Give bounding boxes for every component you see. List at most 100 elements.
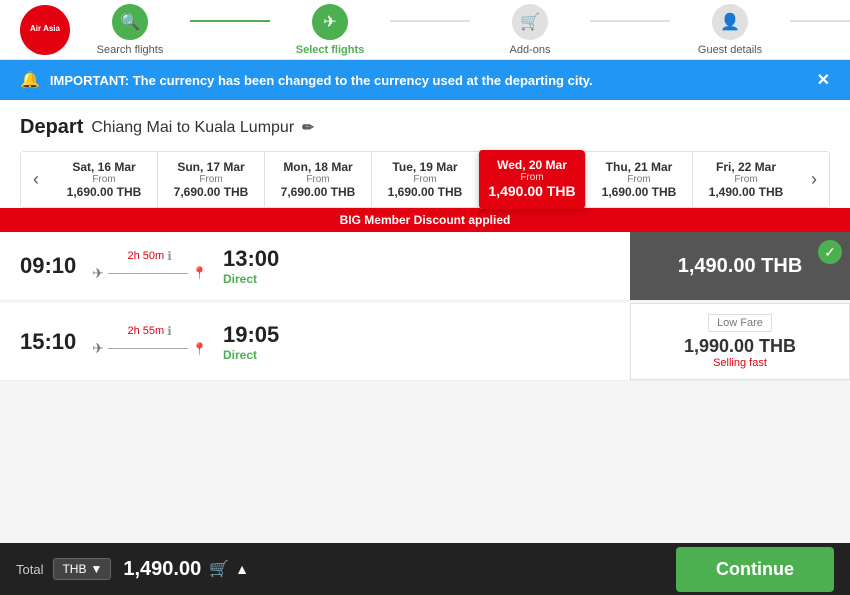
continue-button[interactable]: Continue: [676, 547, 834, 592]
header: Air Asia 🔍 Search flights ✈ Select fligh…: [0, 0, 850, 60]
step-circle-guest: 👤: [712, 4, 748, 40]
date-from-6: From: [697, 174, 795, 185]
info-icon-0[interactable]: ℹ: [167, 249, 172, 263]
flight-depart-time-1: 15:10: [20, 329, 76, 355]
step-circle-addons: 🛒: [512, 4, 548, 40]
low-fare-price-1: 1,990.00 THB: [684, 336, 796, 357]
step-label-addons: Add-ons: [510, 44, 551, 56]
date-day-3: Tue, 19 Mar: [376, 160, 474, 174]
pin-icon-0: 📍: [192, 266, 207, 280]
date-from-4: From: [483, 172, 581, 183]
date-day-5: Thu, 21 Mar: [590, 160, 688, 174]
selling-fast-label-1: Selling fast: [713, 357, 767, 369]
date-item-4[interactable]: Wed, 20 Mar From 1,490.00 THB: [478, 150, 585, 209]
step-guest[interactable]: 👤 Guest details: [670, 4, 790, 56]
duration-time-0: 2h 50m ℹ: [127, 249, 171, 263]
main-content: Depart Chiang Mai to Kuala Lumpur ✏ ‹ Sa…: [0, 100, 850, 208]
progress-steps: 🔍 Search flights ✈ Select flights 🛒 Add-…: [70, 4, 850, 56]
flight-depart-time-0: 09:10: [20, 253, 76, 279]
date-from-0: From: [55, 174, 153, 185]
duration-line-0: ✈ 📍: [92, 265, 207, 282]
date-day-1: Sun, 17 Mar: [162, 160, 260, 174]
big-member-banner: BIG Member Discount applied: [0, 208, 850, 232]
date-item-6[interactable]: Fri, 22 Mar From 1,490.00 THB: [692, 152, 799, 207]
flight-row-1: 15:10 2h 55m ℹ ✈ 📍 19:05 Direct Low Fare: [0, 303, 850, 381]
date-item-5[interactable]: Thu, 21 Mar From 1,690.00 THB: [585, 152, 692, 207]
up-arrow-icon[interactable]: ▲: [235, 561, 249, 577]
currency-label: THB: [62, 562, 86, 576]
date-price-6: 1,490.00 THB: [697, 185, 795, 199]
connector-1: [190, 20, 270, 22]
bell-icon: 🔔: [20, 70, 40, 90]
date-item-2[interactable]: Mon, 18 Mar From 7,690.00 THB: [264, 152, 371, 207]
airasia-logo: Air Asia: [20, 5, 70, 55]
flight-arrive-block-1: 19:05 Direct: [223, 322, 279, 362]
step-circle-search: 🔍: [112, 4, 148, 40]
flight-price-box-0[interactable]: ✓ 1,490.00 THB: [630, 232, 850, 300]
plane-icon-0: ✈: [92, 265, 104, 282]
step-label-search: Search flights: [97, 44, 164, 56]
depart-title: Depart Chiang Mai to Kuala Lumpur ✏: [20, 116, 830, 139]
date-next-button[interactable]: ›: [799, 152, 829, 207]
date-item-0[interactable]: Sat, 16 Mar From 1,690.00 THB: [51, 152, 157, 207]
flight-line-1: [108, 348, 188, 349]
edit-icon[interactable]: ✏: [302, 119, 314, 136]
flight-price-amount-0: 1,490.00 THB: [678, 255, 803, 278]
step-select[interactable]: ✈ Select flights: [270, 4, 390, 56]
date-price-5: 1,690.00 THB: [590, 185, 688, 199]
flight-info-0: 09:10 2h 50m ℹ ✈ 📍 13:00 Direct: [0, 232, 630, 300]
flight-price-box-1[interactable]: Low Fare 1,990.00 THB Selling fast: [630, 303, 850, 380]
flights-container: 09:10 2h 50m ℹ ✈ 📍 13:00 Direct ✓ 1,4: [0, 232, 850, 381]
info-icon-1[interactable]: ℹ: [167, 324, 172, 338]
currency-chevron-icon: ▼: [90, 562, 102, 576]
date-item-3[interactable]: Tue, 19 Mar From 1,690.00 THB: [371, 152, 478, 207]
low-fare-label-1: Low Fare: [708, 314, 772, 332]
depart-label: Depart: [20, 116, 83, 139]
step-search[interactable]: 🔍 Search flights: [70, 4, 190, 56]
currency-banner: 🔔 IMPORTANT: The currency has been chang…: [0, 60, 850, 100]
step-label-select: Select flights: [296, 44, 364, 56]
flight-info-1: 15:10 2h 55m ℹ ✈ 📍 19:05 Direct: [0, 303, 630, 380]
flight-duration-0: 2h 50m ℹ ✈ 📍: [92, 249, 207, 284]
cart-icon: 🛒: [209, 559, 229, 579]
flight-row-0: 09:10 2h 50m ℹ ✈ 📍 13:00 Direct ✓ 1,4: [0, 232, 850, 301]
footer-total-label: Total: [16, 562, 43, 577]
flight-line-0: [108, 273, 188, 274]
plane-icon-1: ✈: [92, 340, 104, 357]
connector-4: [790, 20, 850, 22]
date-price-0: 1,690.00 THB: [55, 185, 153, 199]
date-price-2: 7,690.00 THB: [269, 185, 367, 199]
step-addons[interactable]: 🛒 Add-ons: [470, 4, 590, 56]
flight-stop-1: Direct: [223, 348, 279, 362]
date-from-5: From: [590, 174, 688, 185]
banner-close-button[interactable]: ✕: [817, 70, 830, 90]
step-circle-select: ✈: [312, 4, 348, 40]
date-day-2: Mon, 18 Mar: [269, 160, 367, 174]
date-selector: ‹ Sat, 16 Mar From 1,690.00 THB Sun, 17 …: [20, 151, 830, 208]
footer: Total THB ▼ 1,490.00 🛒 ▲ Continue: [0, 543, 850, 595]
date-day-4: Wed, 20 Mar: [483, 158, 581, 172]
pin-icon-1: 📍: [192, 342, 207, 356]
date-prev-button[interactable]: ‹: [21, 152, 51, 207]
step-label-guest: Guest details: [698, 44, 762, 56]
flight-arrive-time-1: 19:05: [223, 322, 279, 348]
selected-check-icon-0: ✓: [818, 240, 842, 264]
big-member-text: BIG Member Discount applied: [340, 213, 511, 227]
flight-arrive-block-0: 13:00 Direct: [223, 246, 279, 286]
date-from-2: From: [269, 174, 367, 185]
currency-selector[interactable]: THB ▼: [53, 558, 111, 580]
date-day-0: Sat, 16 Mar: [55, 160, 153, 174]
flight-duration-1: 2h 55m ℹ ✈ 📍: [92, 324, 207, 359]
depart-route: Chiang Mai to Kuala Lumpur: [91, 119, 294, 137]
footer-price: 1,490.00: [123, 558, 201, 581]
connector-2: [390, 20, 470, 22]
flight-stop-0: Direct: [223, 272, 279, 286]
date-from-3: From: [376, 174, 474, 185]
flight-arrive-time-0: 13:00: [223, 246, 279, 272]
date-price-3: 1,690.00 THB: [376, 185, 474, 199]
duration-line-1: ✈ 📍: [92, 340, 207, 357]
banner-text: IMPORTANT: The currency has been changed…: [50, 73, 593, 88]
date-item-1[interactable]: Sun, 17 Mar From 7,690.00 THB: [157, 152, 264, 207]
connector-3: [590, 20, 670, 22]
duration-time-1: 2h 55m ℹ: [127, 324, 171, 338]
